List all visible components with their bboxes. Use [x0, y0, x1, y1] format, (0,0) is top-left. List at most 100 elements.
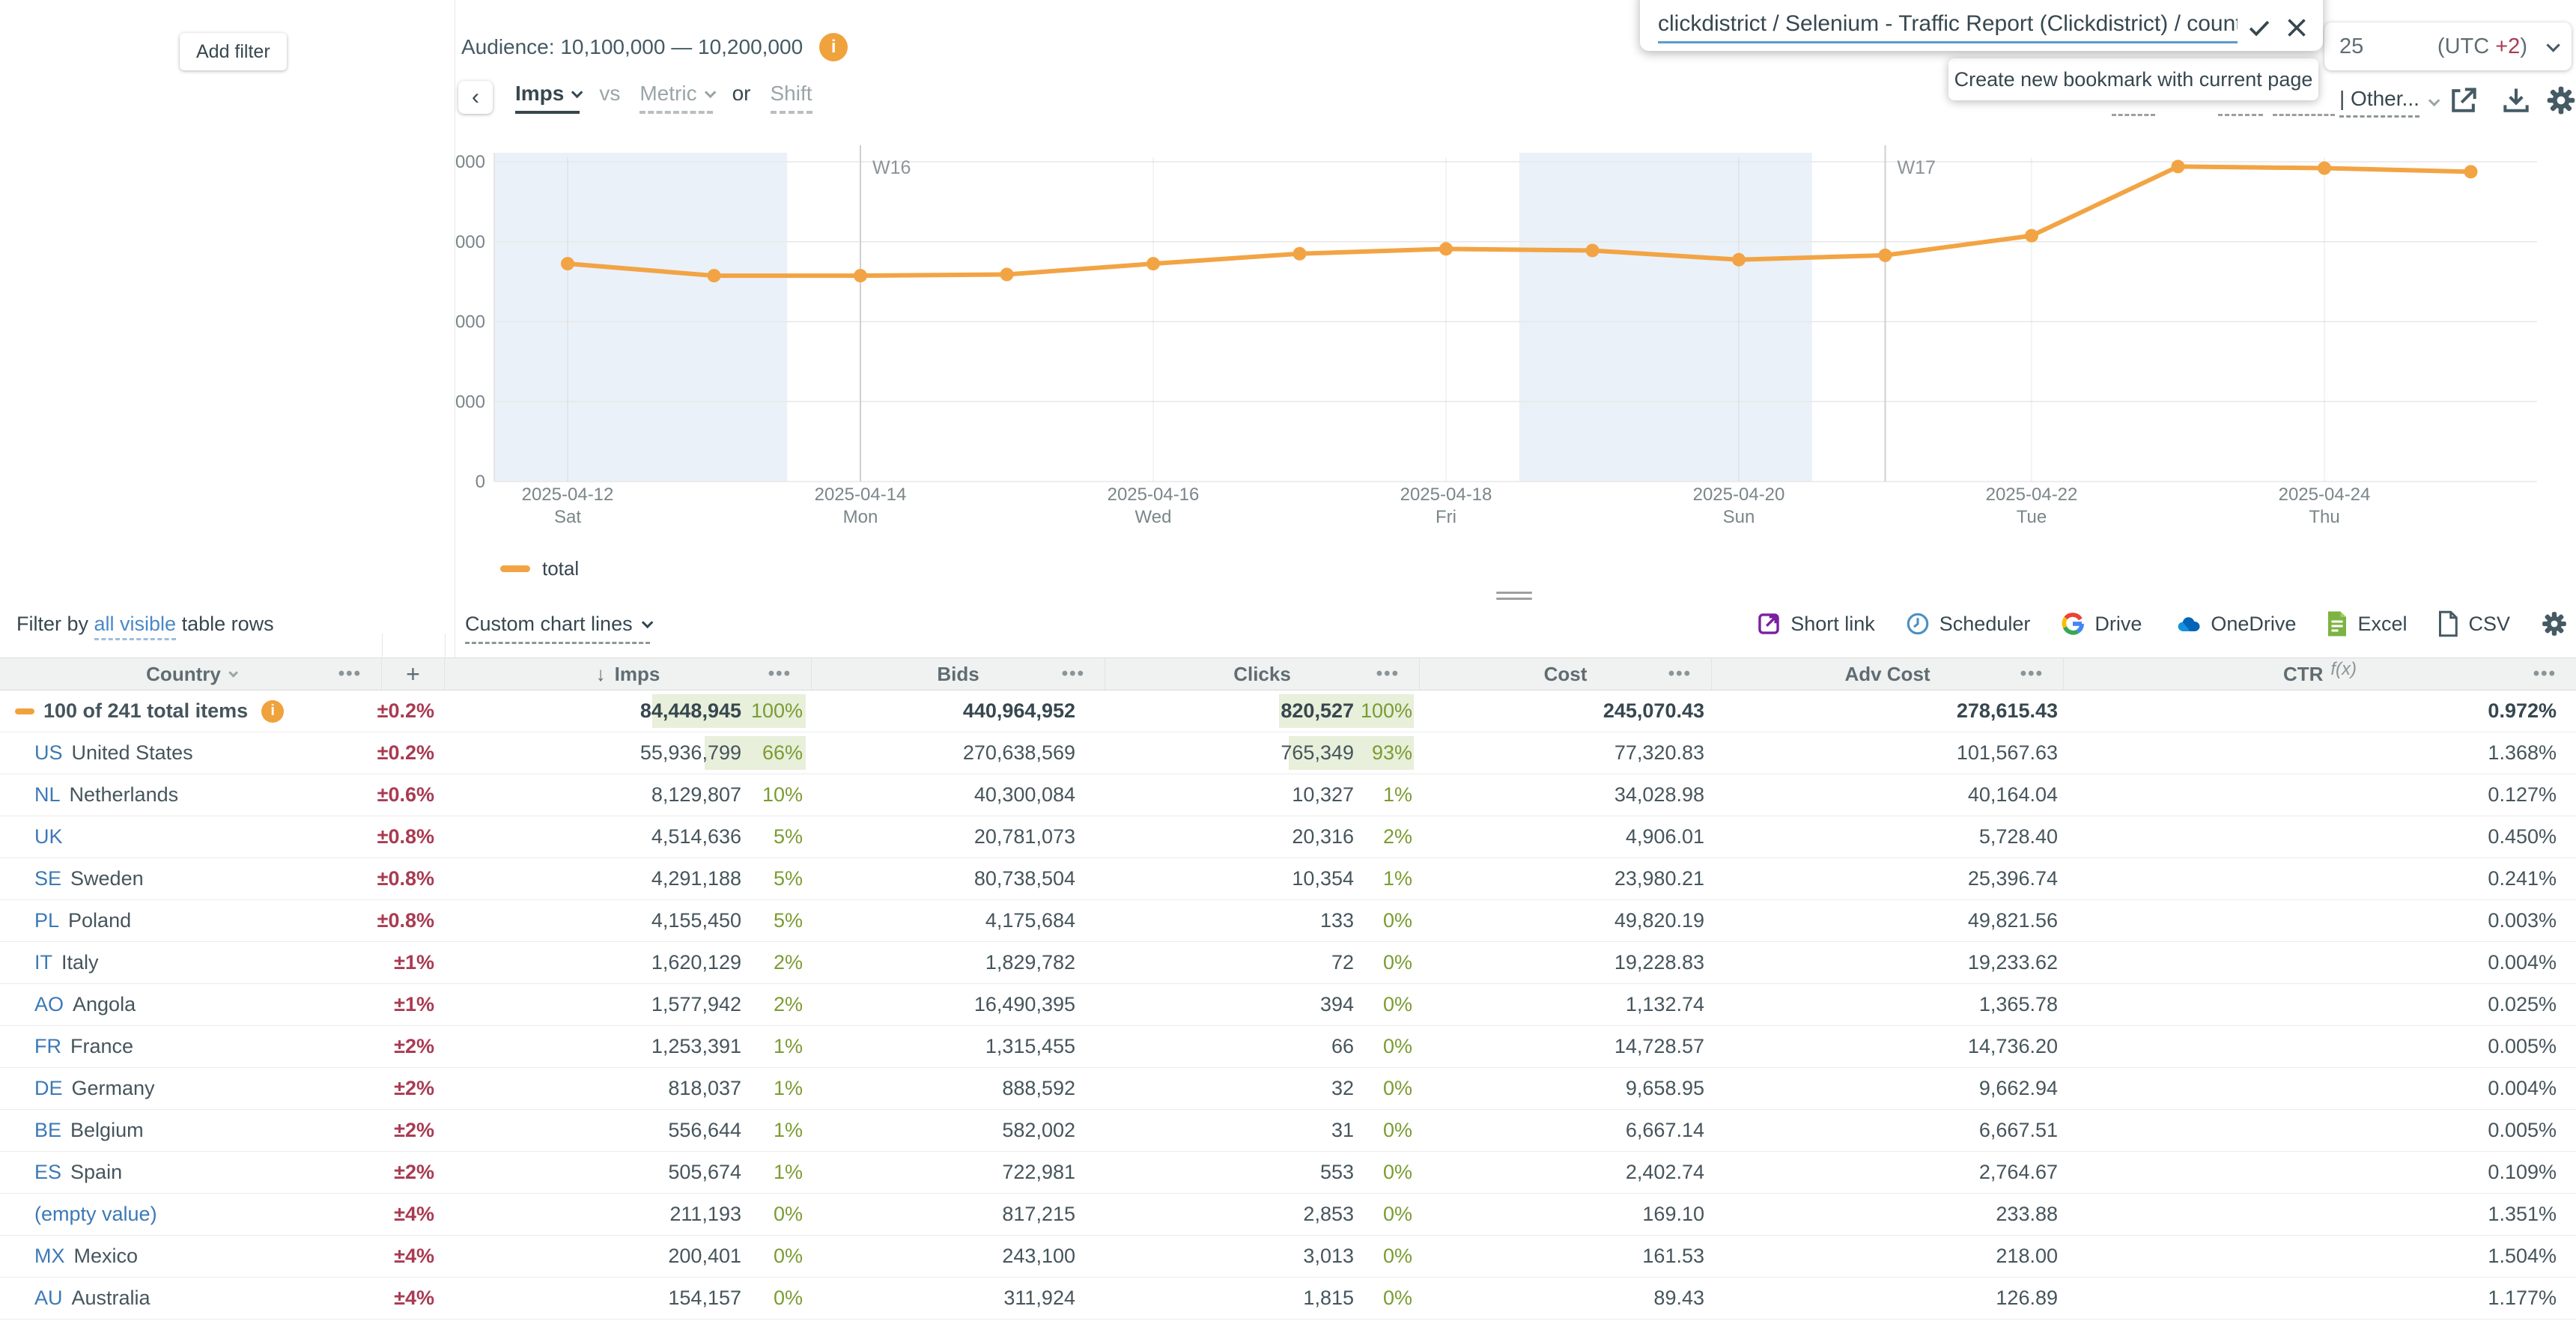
column-menu-icon[interactable]: •••	[338, 664, 362, 684]
column-header-clicks[interactable]: Clicks •••	[1105, 658, 1420, 690]
table-row[interactable]: MXMexico±4%200,4010%243,1003,0130%161.53…	[0, 1236, 2576, 1278]
table-row[interactable]: AOAngola±1%1,577,9422%16,490,3953940%1,1…	[0, 984, 2576, 1026]
excel-export-button[interactable]: Excel	[2326, 610, 2407, 637]
country-code-link[interactable]: PL	[34, 909, 59, 932]
traffic-line-chart[interactable]: 02,000,0004,000,0006,000,0008,000,000202…	[455, 132, 2576, 551]
column-menu-icon[interactable]: •••	[1376, 664, 1400, 684]
bookmark-name-input[interactable]: clickdistrict / Selenium - Traffic Repor…	[1658, 11, 2238, 43]
country-cell[interactable]: AOAngola	[0, 984, 382, 1025]
table-row[interactable]: 100 of 241 total itemsi±0.2%84,448,94510…	[0, 690, 2576, 732]
all-visible-link[interactable]: all visible	[94, 613, 177, 640]
metric-dropdown-imps[interactable]: Imps	[515, 82, 580, 114]
timezone-selector[interactable]: 25 (UTC +2)	[2324, 22, 2572, 70]
country-code-link[interactable]: SE	[34, 867, 61, 890]
table-row[interactable]: PLPoland±0.8%4,155,4505%4,175,6841330%49…	[0, 900, 2576, 942]
column-header-imps[interactable]: ↓ Imps •••	[445, 658, 812, 690]
country-name[interactable]: (empty value)	[34, 1203, 157, 1226]
deviation-cell: ±2%	[382, 1026, 445, 1067]
adv-cost-cell: 40,164.04	[1712, 774, 2064, 816]
info-icon[interactable]: i	[819, 33, 848, 61]
confirm-bookmark-button[interactable]	[2244, 12, 2275, 43]
bids-cell: 243,100	[812, 1236, 1105, 1277]
column-menu-icon[interactable]: •••	[1668, 664, 1692, 684]
country-cell[interactable]: MXMexico	[0, 1236, 382, 1277]
page-settings-button[interactable]	[2545, 84, 2576, 121]
chevron-down-icon	[228, 668, 238, 678]
country-cell[interactable]: DEGermany	[0, 1068, 382, 1109]
column-menu-icon[interactable]: •••	[768, 664, 792, 684]
column-menu-icon[interactable]: •••	[2020, 664, 2044, 684]
open-external-button[interactable]	[2447, 84, 2480, 121]
column-menu-icon[interactable]: •••	[1062, 664, 1085, 684]
shift-toggle[interactable]: Shift	[771, 82, 812, 114]
clicks-cell: 5530%	[1105, 1152, 1420, 1193]
country-cell[interactable]: (empty value)	[0, 1194, 382, 1235]
country-code-link[interactable]: FR	[34, 1035, 61, 1058]
column-header-country[interactable]: Country •••	[0, 658, 382, 690]
chevron-down-icon	[571, 86, 583, 98]
ctr-cell: 0.004%	[2064, 1068, 2576, 1109]
country-code-link[interactable]: DE	[34, 1077, 63, 1100]
table-row[interactable]: NLNetherlands±0.6%8,129,80710%40,300,084…	[0, 774, 2576, 816]
country-cell[interactable]: PLPoland	[0, 900, 382, 941]
country-cell[interactable]: USUnited States	[0, 732, 382, 774]
short-link-button[interactable]: Short link	[1756, 611, 1875, 637]
other-dropdown[interactable]: | Other...	[2339, 87, 2437, 118]
add-filter-button[interactable]: Add filter	[180, 33, 287, 70]
country-code-link[interactable]: NL	[34, 783, 61, 807]
country-code-link[interactable]: US	[34, 741, 63, 765]
country-code-link[interactable]: ES	[34, 1161, 61, 1184]
country-cell[interactable]: ITItaly	[0, 942, 382, 983]
table-row[interactable]: DEGermany±2%818,0371%888,592320%9,658.95…	[0, 1068, 2576, 1110]
table-settings-button[interactable]	[2540, 610, 2569, 638]
google-drive-button[interactable]: Drive	[2060, 611, 2142, 637]
excel-file-icon	[2326, 610, 2348, 637]
column-header-bids[interactable]: Bids •••	[812, 658, 1105, 690]
country-cell[interactable]: BEBelgium	[0, 1110, 382, 1151]
table-row[interactable]: ITItaly±1%1,620,1292%1,829,782720%19,228…	[0, 942, 2576, 984]
table-row[interactable]: FRFrance±2%1,253,3911%1,315,455660%14,72…	[0, 1026, 2576, 1068]
download-button[interactable]	[2500, 84, 2533, 121]
country-cell[interactable]: SE Sweden	[0, 858, 382, 899]
info-icon[interactable]: i	[261, 700, 284, 723]
country-cell[interactable]: FRFrance	[0, 1026, 382, 1067]
metric-dropdown-placeholder[interactable]: Metric	[640, 82, 712, 114]
imps-cell: 505,6741%	[445, 1152, 812, 1193]
onedrive-button[interactable]: OneDrive	[2172, 613, 2296, 636]
country-cell[interactable]: NLNetherlands	[0, 774, 382, 816]
country-cell[interactable]: UK	[0, 816, 382, 857]
country-code-link[interactable]: IT	[34, 951, 52, 974]
column-header-cost[interactable]: Cost •••	[1420, 658, 1712, 690]
chart-legend[interactable]: total	[500, 557, 579, 580]
column-header-ctr[interactable]: CTRf(x) •••	[2064, 658, 2576, 690]
add-column-button[interactable]: +	[382, 658, 445, 690]
column-menu-icon[interactable]: •••	[2533, 664, 2557, 684]
country-code-link[interactable]: UK	[34, 825, 63, 848]
scheduler-button[interactable]: Scheduler	[1905, 611, 2031, 637]
country-cell[interactable]: ESSpain	[0, 1152, 382, 1193]
clicks-cell: 10,3541%	[1105, 858, 1420, 899]
country-code-link[interactable]: AO	[34, 993, 64, 1016]
country-code-link[interactable]: MX	[34, 1245, 65, 1268]
country-name: Sweden	[70, 867, 144, 890]
table-row[interactable]: (empty value)±4%211,1930%817,2152,8530%1…	[0, 1194, 2576, 1236]
custom-chart-lines-dropdown[interactable]: Custom chart lines	[465, 613, 650, 644]
bookmark-popup: clickdistrict / Selenium - Traffic Repor…	[1640, 0, 2323, 51]
create-bookmark-tooltip[interactable]: Create new bookmark with current page	[1948, 58, 2318, 100]
csv-export-button[interactable]: CSV	[2437, 610, 2510, 637]
column-header-adv-cost[interactable]: Adv Cost •••	[1712, 658, 2064, 690]
cancel-bookmark-button[interactable]	[2281, 12, 2312, 43]
collapse-chart-button[interactable]: ‹	[458, 81, 493, 114]
table-row[interactable]: AUAustralia±4%154,1570%311,9241,8150%89.…	[0, 1278, 2576, 1320]
country-code-link[interactable]: BE	[34, 1119, 61, 1142]
table-row[interactable]: UK±0.8%4,514,6365%20,781,07320,3162%4,90…	[0, 816, 2576, 858]
chart-resize-handle[interactable]	[1496, 592, 1532, 604]
table-row[interactable]: USUnited States±0.2%55,936,79966%270,638…	[0, 732, 2576, 774]
country-code-link[interactable]: AU	[34, 1287, 63, 1310]
table-row[interactable]: ESSpain±2%505,6741%722,9815530%2,402.742…	[0, 1152, 2576, 1194]
table-row[interactable]: BEBelgium±2%556,6441%582,002310%6,667.14…	[0, 1110, 2576, 1152]
ctr-cell: 1.177%	[2064, 1278, 2576, 1319]
deviation-cell: ±0.2%	[382, 732, 445, 774]
table-row[interactable]: SESweden±0.8%4,291,1885%80,738,50410,354…	[0, 858, 2576, 900]
country-cell[interactable]: AUAustralia	[0, 1278, 382, 1319]
